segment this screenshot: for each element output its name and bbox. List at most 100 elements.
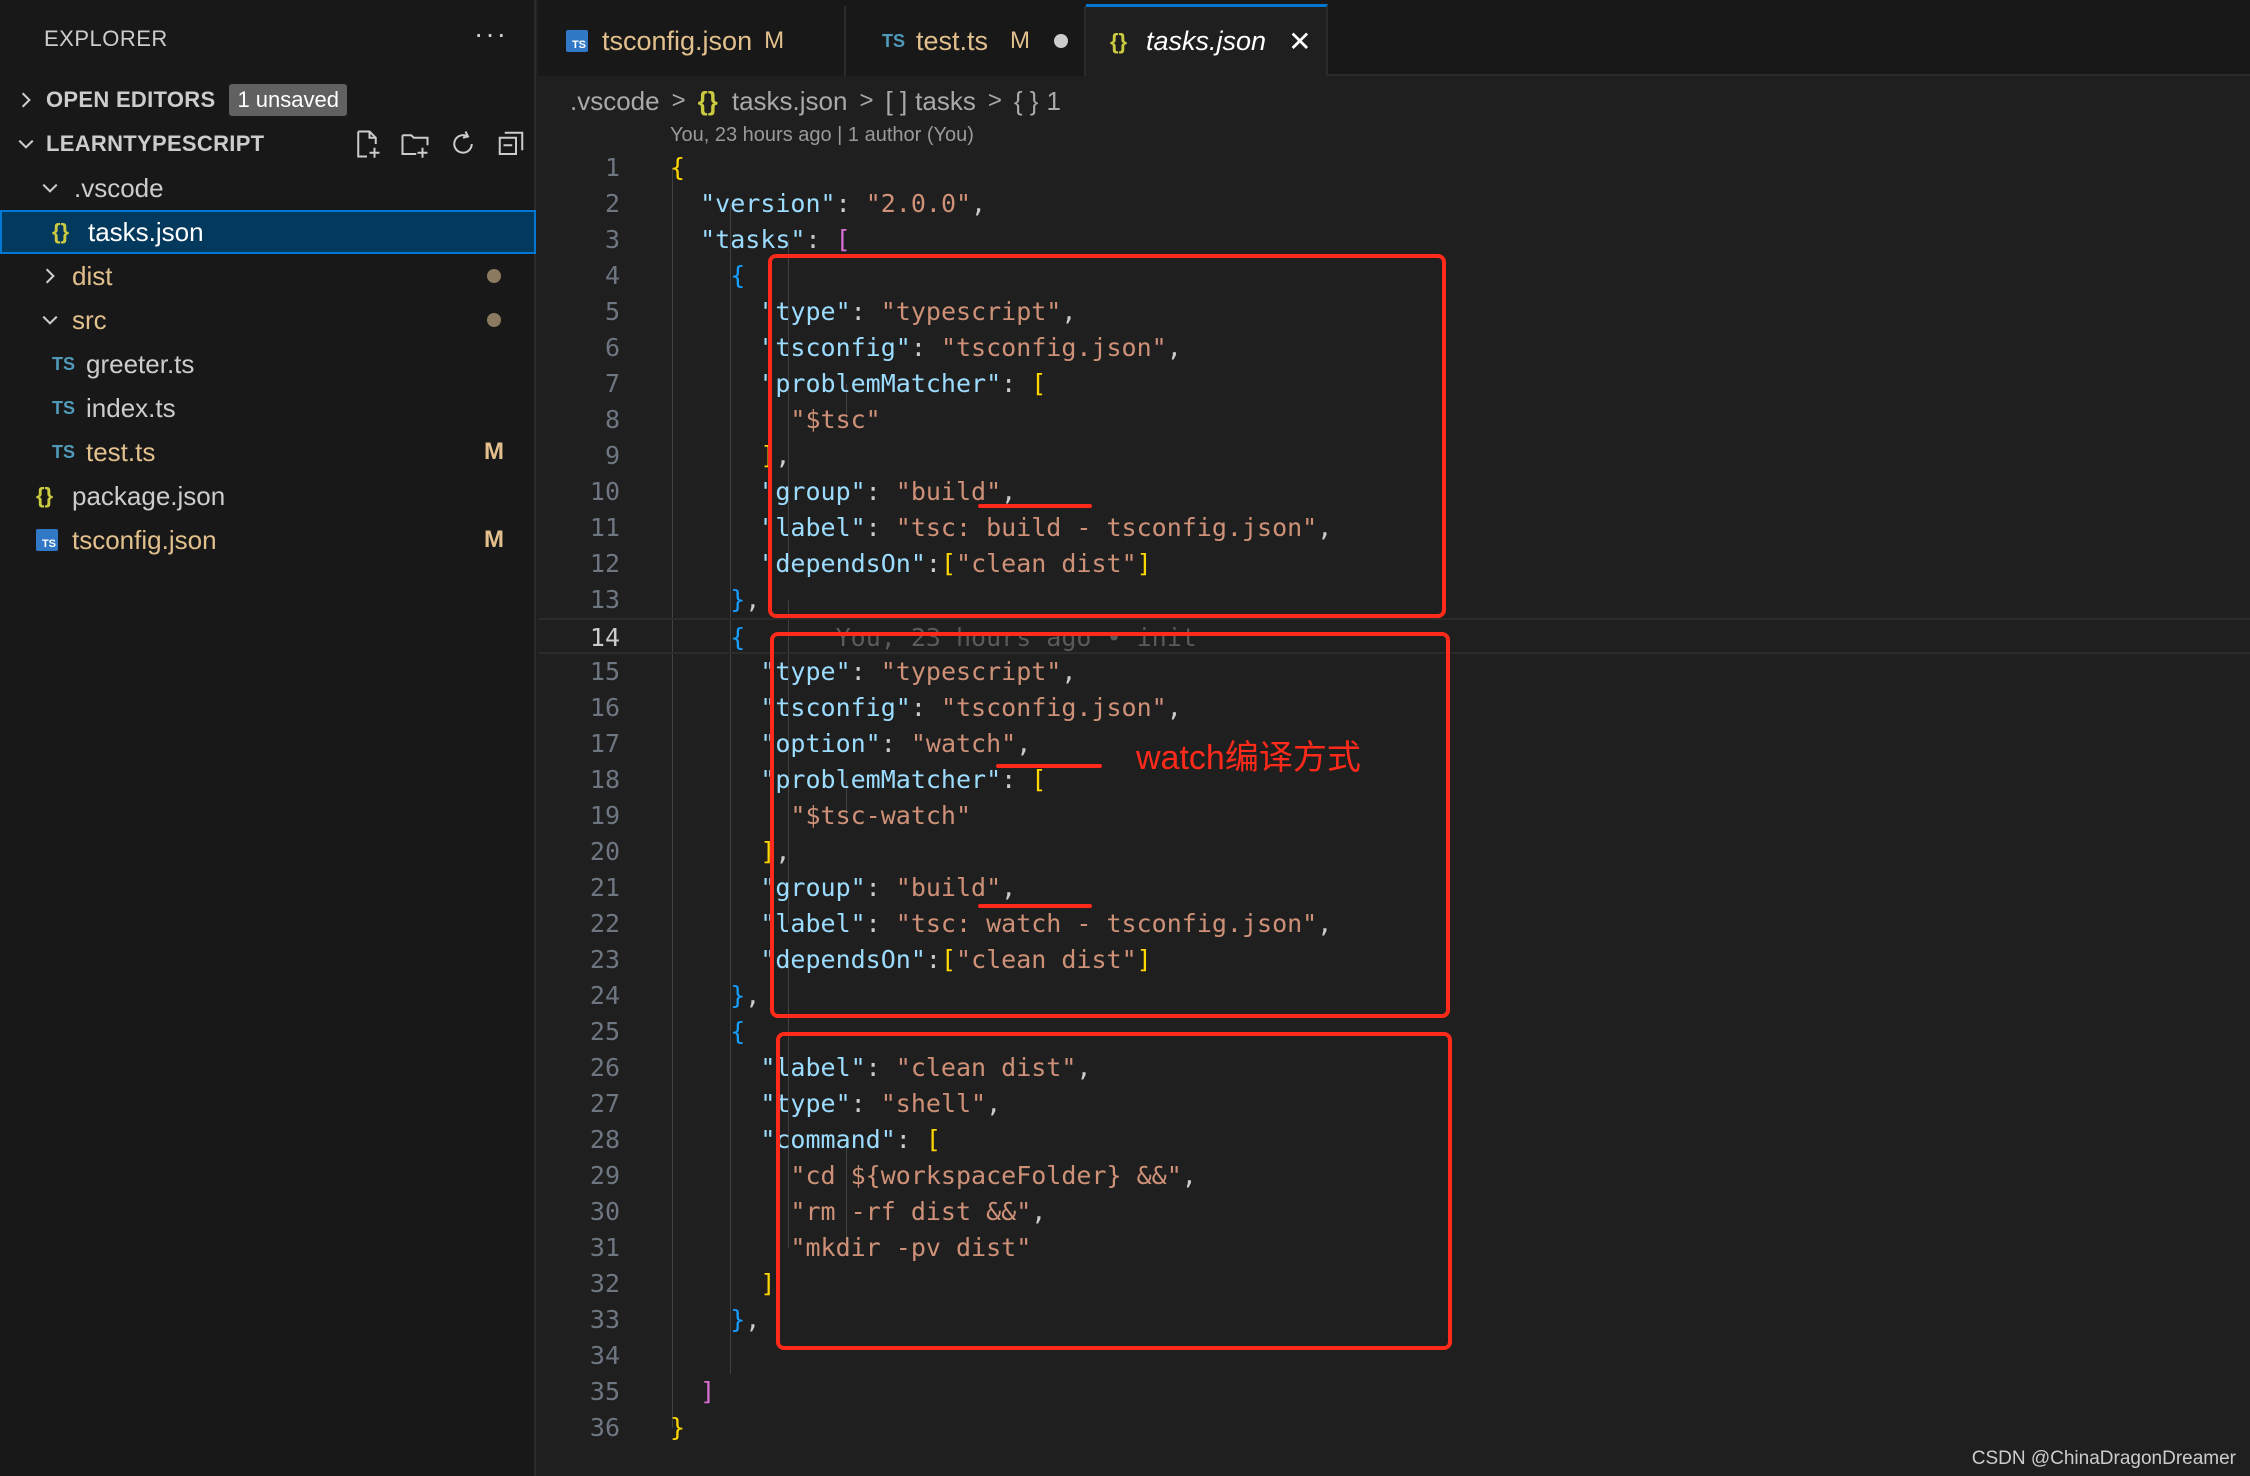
chevron-down-icon <box>38 166 62 210</box>
line-number: 26 <box>589 1053 620 1082</box>
unsaved-dot-icon[interactable] <box>1054 34 1069 48</box>
breadcrumb: .vscode > {} tasks.json > [ ] tasks > { … <box>570 82 1061 120</box>
explorer-sidebar: EXPLORER ··· OPEN EDITORS 1 unsaved LEAR… <box>0 0 536 1476</box>
line-number: 2 <box>604 189 620 218</box>
tab-label: tsconfig.json <box>602 25 753 56</box>
annotation-underline <box>978 904 1092 908</box>
json-key: "version" <box>700 189 836 218</box>
code-line: 35 ] <box>538 1374 2250 1410</box>
annotation-underline <box>996 764 1102 768</box>
open-editors-label: OPEN EDITORS <box>46 87 216 112</box>
json-file-icon: {} <box>36 483 54 508</box>
line-number: 19 <box>589 801 620 830</box>
line-number: 29 <box>589 1161 620 1190</box>
object-icon: { } <box>1013 85 1039 116</box>
annotation-text: watch编译方式 <box>1136 739 1361 777</box>
tab-test-ts[interactable]: TS test.ts M <box>846 6 1086 76</box>
code-line: 36} <box>538 1410 2250 1446</box>
typescript-file-icon: TS <box>52 441 76 462</box>
tree-file-index-ts[interactable]: TS index.ts <box>0 386 536 430</box>
line-number: 21 <box>589 873 620 902</box>
line-number: 7 <box>604 369 620 398</box>
open-editors-section[interactable]: OPEN EDITORS 1 unsaved <box>0 78 536 122</box>
json-file-icon: {} <box>697 85 718 116</box>
tree-folder-src[interactable]: src <box>0 298 536 342</box>
line-number: 1 <box>604 153 620 182</box>
unsaved-badge: 1 unsaved <box>229 84 347 116</box>
git-blame-codelens[interactable]: You, 23 hours ago | 1 author (You) <box>670 124 974 147</box>
file-name: tasks.json <box>88 216 204 247</box>
line-number: 22 <box>589 909 620 938</box>
line-number: 25 <box>589 1017 620 1046</box>
line-number: 8 <box>604 405 620 434</box>
line-number: 14 <box>589 623 620 652</box>
tree-folder-vscode[interactable]: .vscode <box>0 166 536 210</box>
tab-tsconfig-json[interactable]: TS tsconfig.json M <box>538 6 846 76</box>
code-line: 1{ <box>538 150 2250 186</box>
close-icon[interactable]: ✕ <box>1288 25 1311 58</box>
line-number: 30 <box>589 1197 620 1226</box>
file-name: tsconfig.json <box>72 524 217 555</box>
project-section[interactable]: LEARNTYPESCRIPT <box>0 122 536 166</box>
line-number: 16 <box>589 693 620 722</box>
line-number: 27 <box>589 1089 620 1118</box>
tsconfig-file-icon: TS <box>36 529 58 551</box>
line-number: 34 <box>589 1341 620 1370</box>
file-name: package.json <box>72 480 226 511</box>
line-number: 9 <box>604 441 620 470</box>
file-name: greeter.ts <box>86 348 195 379</box>
explorer-actions <box>352 122 526 166</box>
watermark: CSDN @ChinaDragonDreamer <box>1971 1448 2236 1469</box>
typescript-file-icon: TS <box>52 353 76 374</box>
line-number: 11 <box>589 513 620 542</box>
new-folder-icon[interactable] <box>400 129 430 159</box>
line-number: 24 <box>589 981 620 1010</box>
typescript-file-icon: TS <box>52 397 76 418</box>
modified-dot-icon <box>487 313 501 327</box>
tree-file-tasks-json[interactable]: {} tasks.json <box>0 210 536 254</box>
line-number: 31 <box>589 1233 620 1262</box>
line-number: 4 <box>604 261 620 290</box>
tree-file-package-json[interactable]: {} package.json <box>0 474 536 518</box>
new-file-icon[interactable] <box>352 129 382 159</box>
breadcrumb-node-tasks[interactable]: tasks <box>915 86 976 117</box>
project-label: LEARNTYPESCRIPT <box>46 131 265 156</box>
tree-file-greeter-ts[interactable]: TS greeter.ts <box>0 342 536 386</box>
line-number: 35 <box>589 1377 620 1406</box>
explorer-title: EXPLORER <box>44 26 168 51</box>
folder-name: dist <box>72 260 113 291</box>
tree-file-tsconfig-json[interactable]: TS tsconfig.json M <box>0 518 536 562</box>
tree-file-test-ts[interactable]: TS test.ts M <box>0 430 536 474</box>
chevron-right-icon: > <box>987 87 1002 114</box>
tree-folder-dist[interactable]: dist <box>0 254 536 298</box>
git-modified-badge: M <box>484 438 504 465</box>
json-key: "tasks" <box>700 225 806 254</box>
line-number: 6 <box>604 333 620 362</box>
chevron-right-icon: > <box>859 87 874 114</box>
code-line: 2 "version": "2.0.0", <box>538 186 2250 222</box>
json-file-icon: {} <box>52 219 70 244</box>
line-number: 17 <box>589 729 620 758</box>
git-modified-badge: M <box>484 526 504 553</box>
json-string: "2.0.0" <box>865 189 972 218</box>
more-actions-icon[interactable]: ··· <box>474 18 508 50</box>
tab-label: test.ts <box>916 25 989 56</box>
tab-tasks-json[interactable]: {} tasks.json ✕ <box>1086 4 1328 76</box>
typescript-file-icon: TS <box>882 30 906 51</box>
breadcrumb-node-1[interactable]: 1 <box>1046 86 1060 117</box>
line-number: 15 <box>589 657 620 686</box>
editor-tab-bar: TS tsconfig.json M TS test.ts M {} tasks… <box>538 0 2250 76</box>
annotation-box <box>770 632 1450 1018</box>
refresh-icon[interactable] <box>448 129 478 159</box>
line-number: 36 <box>589 1413 620 1442</box>
line-number: 13 <box>589 585 620 614</box>
file-name: index.ts <box>86 392 176 423</box>
chevron-right-icon <box>14 78 38 122</box>
chevron-down-icon <box>14 122 38 166</box>
line-number: 33 <box>589 1305 620 1334</box>
breadcrumb-file[interactable]: tasks.json <box>732 86 848 117</box>
collapse-all-icon[interactable] <box>496 129 526 159</box>
modified-dot-icon <box>487 269 501 283</box>
line-number: 23 <box>589 945 620 974</box>
breadcrumb-folder[interactable]: .vscode <box>570 86 660 117</box>
